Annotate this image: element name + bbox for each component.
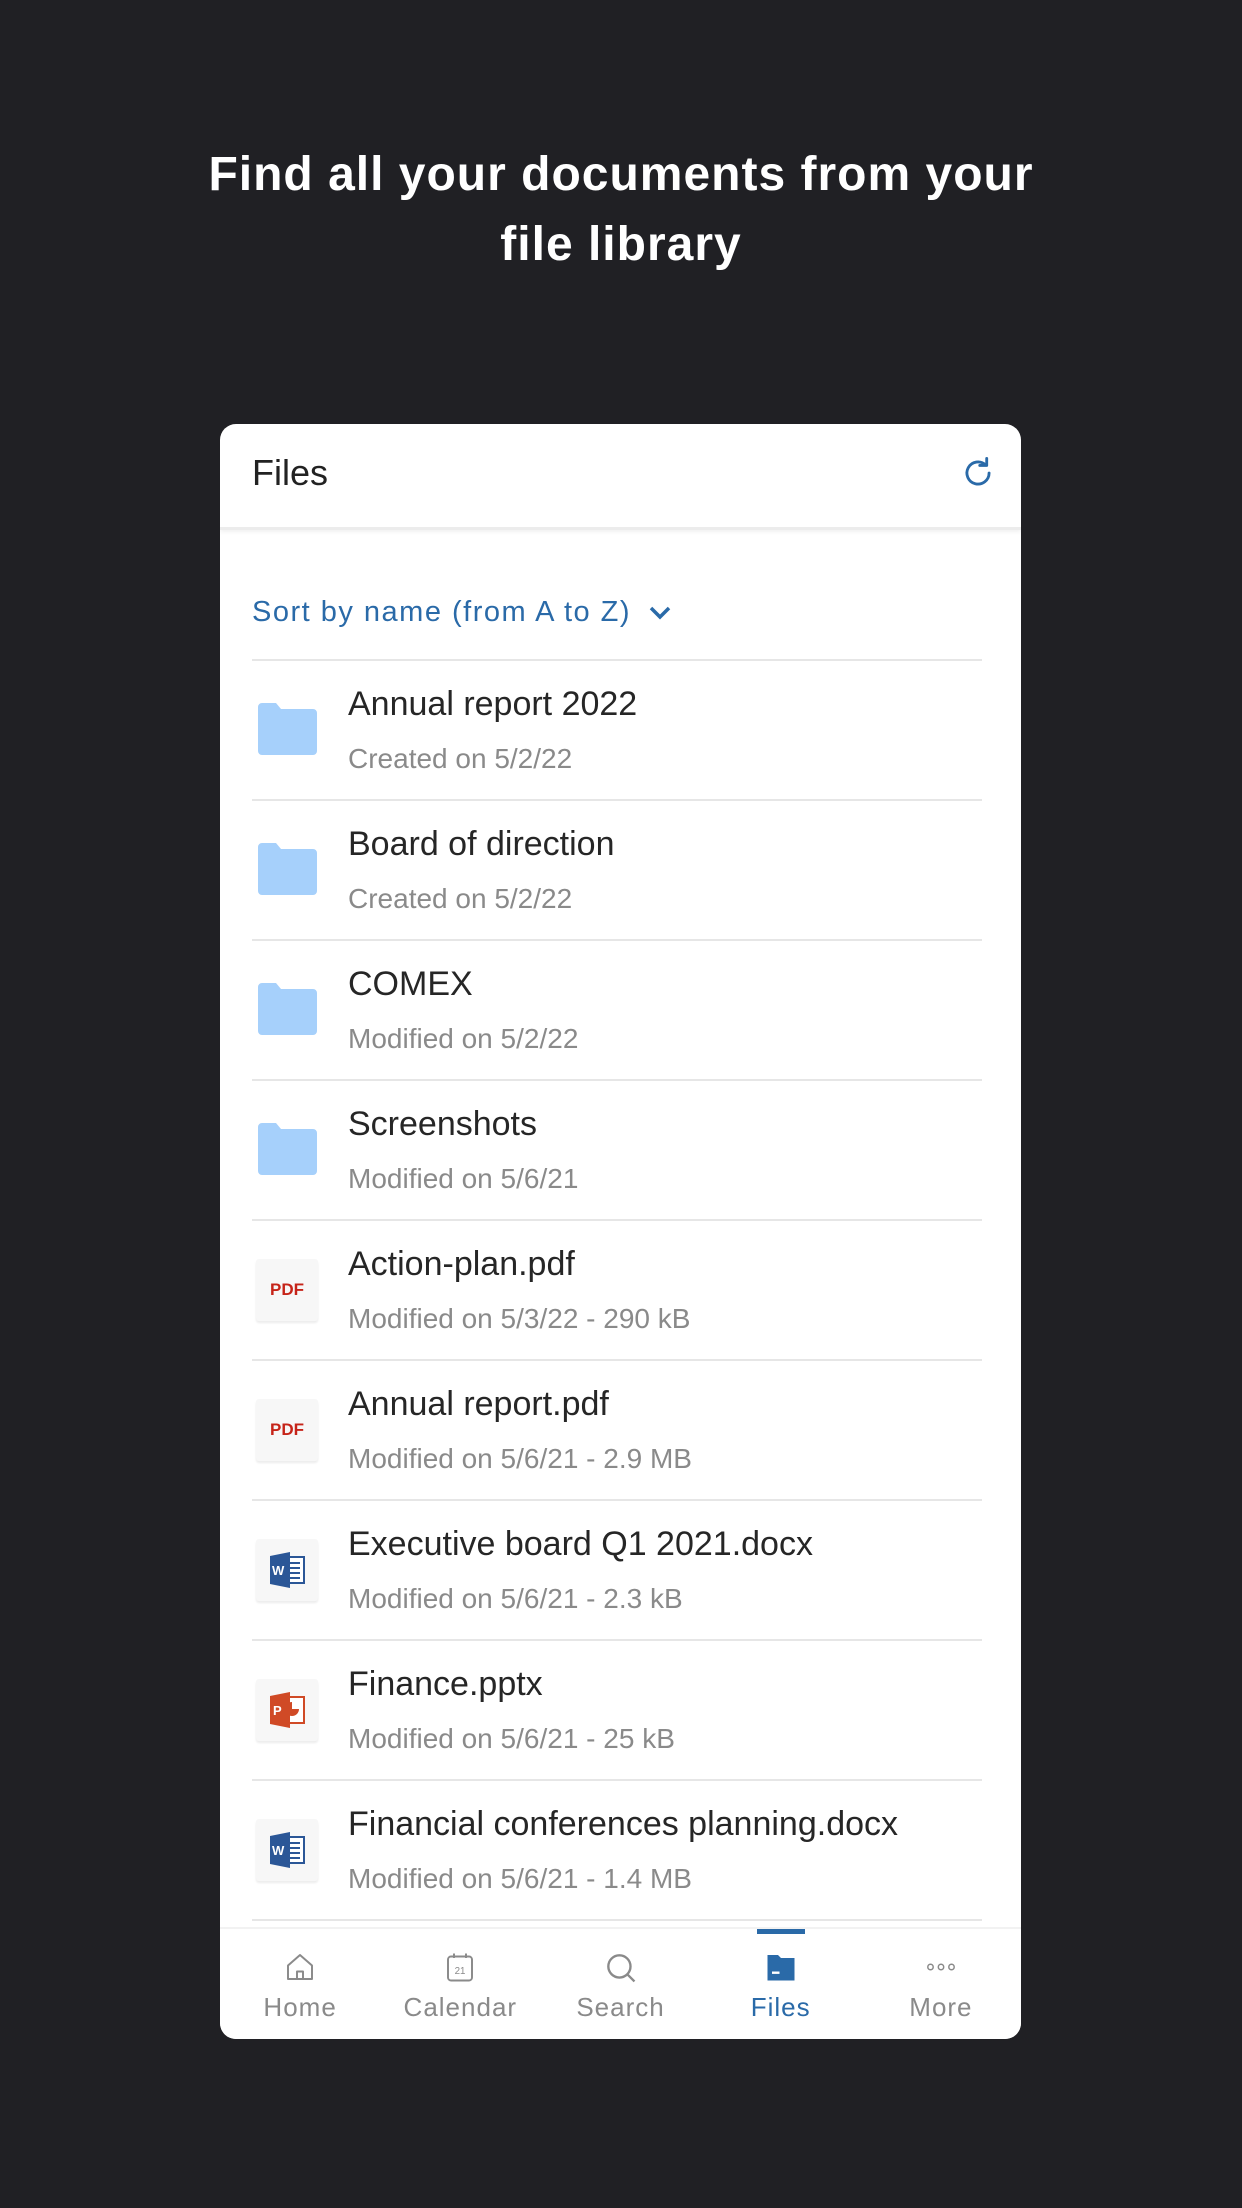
tab-files[interactable]: Files — [701, 1929, 861, 2039]
svg-text:W: W — [272, 1563, 285, 1578]
folder-icon — [258, 1123, 317, 1175]
file-meta: Modified on 5/2/22 — [348, 1023, 579, 1054]
tab-home[interactable]: Home — [220, 1929, 380, 2039]
headline: Find all your documents from your file l… — [0, 140, 1242, 280]
file-list: Annual report 2022 Created on 5/2/22 Board… — [252, 659, 982, 1921]
file-name: Screenshots — [348, 1105, 537, 1143]
file-row[interactable]: P Finance.pptx Modified on 5/6/21 - 25 kB — [252, 1639, 982, 1779]
file-name: Financial conferences planning.docx — [348, 1805, 899, 1843]
tab-label: Files — [750, 1992, 811, 2022]
phone-screen: Files Sort by name (from A to Z) Annual … — [220, 424, 1021, 2039]
file-row[interactable]: Screenshots Modified on 5/6/21 — [252, 1079, 982, 1219]
pdf-badge: PDF — [270, 1420, 304, 1439]
folder-icon — [767, 1955, 795, 1981]
file-name: Executive board Q1 2021.docx — [348, 1525, 813, 1563]
folder-icon — [258, 703, 317, 755]
bottom-nav: Home 21 Calendar Search Files More — [220, 1927, 1021, 2039]
file-meta: Created on 5/2/22 — [348, 883, 573, 914]
word-icon: W — [256, 1819, 318, 1881]
file-row[interactable]: W Executive board Q1 2021.docx Modified on… — [252, 1499, 982, 1639]
tab-label: Calendar — [403, 1992, 518, 2022]
file-name: Annual report.pdf — [348, 1385, 609, 1423]
chevron-down-icon — [649, 606, 671, 619]
tab-label: Search — [576, 1992, 665, 2022]
file-name: Board of direction — [348, 825, 615, 863]
pdf-icon: PDF — [256, 1259, 318, 1321]
file-meta: Modified on 5/6/21 — [348, 1163, 579, 1194]
pdf-badge: PDF — [270, 1280, 304, 1299]
file-meta: Created on 5/2/22 — [348, 743, 573, 774]
tab-more[interactable]: More — [861, 1929, 1021, 2039]
file-meta: Modified on 5/6/21 - 2.9 MB — [348, 1443, 692, 1474]
file-row[interactable]: PDF Annual report.pdf Modified on 5/6/21 -… — [252, 1359, 982, 1499]
home-icon — [287, 1954, 314, 1980]
powerpoint-icon: P — [256, 1679, 318, 1741]
tab-search[interactable]: Search — [540, 1929, 700, 2039]
sort-dropdown[interactable]: Sort by name (from A to Z) — [252, 596, 671, 629]
sort-label: Sort by name (from A to Z) — [252, 596, 632, 628]
file-row[interactable]: Board of direction Created on 5/2/22 — [252, 799, 982, 939]
folder-icon — [258, 843, 317, 895]
headline-line-2: file library — [500, 218, 742, 271]
file-meta: Modified on 5/6/21 - 25 kB — [348, 1723, 675, 1754]
tab-calendar[interactable]: 21 Calendar — [380, 1929, 540, 2039]
svg-text:P: P — [273, 1703, 282, 1718]
page-title: Files — [252, 452, 329, 493]
folder-icon — [258, 983, 317, 1035]
search-icon — [606, 1954, 635, 1983]
file-meta: Modified on 5/3/22 - 290 kB — [348, 1303, 691, 1334]
file-meta: Modified on 5/6/21 - 1.4 MB — [348, 1863, 692, 1894]
file-row[interactable]: W Financial conferences planning.docx Modi… — [252, 1779, 982, 1919]
calendar-icon: 21 — [447, 1953, 474, 1982]
pdf-icon: PDF — [256, 1399, 318, 1461]
file-row[interactable]: Annual report 2022 Created on 5/2/22 — [252, 659, 982, 799]
file-name: Annual report 2022 — [348, 685, 638, 723]
file-meta: Modified on 5/6/21 - 2.3 kB — [348, 1583, 683, 1614]
file-row[interactable]: COMEX Modified on 5/2/22 — [252, 939, 982, 1079]
refresh-icon[interactable] — [959, 454, 997, 492]
file-name: COMEX — [348, 965, 473, 1003]
headline-line-1: Find all your documents from your — [208, 148, 1034, 201]
file-row[interactable]: PDF Action-plan.pdf Modified on 5/3/22 - 2… — [252, 1219, 982, 1359]
more-icon — [926, 1963, 955, 1971]
word-icon: W — [256, 1539, 318, 1601]
svg-text:21: 21 — [455, 1966, 466, 1977]
tab-label: More — [909, 1992, 973, 2022]
file-name: Finance.pptx — [348, 1665, 543, 1703]
tab-label: Home — [263, 1992, 337, 2022]
app-header: Files — [220, 424, 1021, 530]
file-name: Action-plan.pdf — [348, 1245, 575, 1283]
svg-text:W: W — [272, 1843, 285, 1858]
divider — [252, 1919, 982, 1921]
